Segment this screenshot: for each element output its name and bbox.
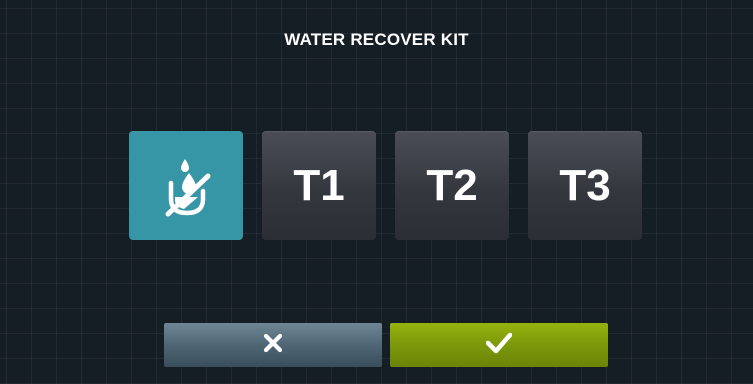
water-recovery-disabled-icon xyxy=(154,151,218,221)
option-label: T3 xyxy=(559,160,611,210)
page-title: WATER RECOVER KIT xyxy=(284,30,469,49)
check-icon xyxy=(485,332,513,359)
option-label: T1 xyxy=(293,160,345,210)
option-t1-button[interactable]: T1 xyxy=(262,131,376,240)
option-t3-button[interactable]: T3 xyxy=(528,131,642,240)
confirm-button[interactable] xyxy=(390,323,608,367)
option-water-recovery-off-button[interactable] xyxy=(129,131,243,240)
close-icon xyxy=(263,333,283,358)
option-t2-button[interactable]: T2 xyxy=(395,131,509,240)
option-label: T2 xyxy=(426,160,478,210)
cancel-button[interactable] xyxy=(164,323,382,367)
